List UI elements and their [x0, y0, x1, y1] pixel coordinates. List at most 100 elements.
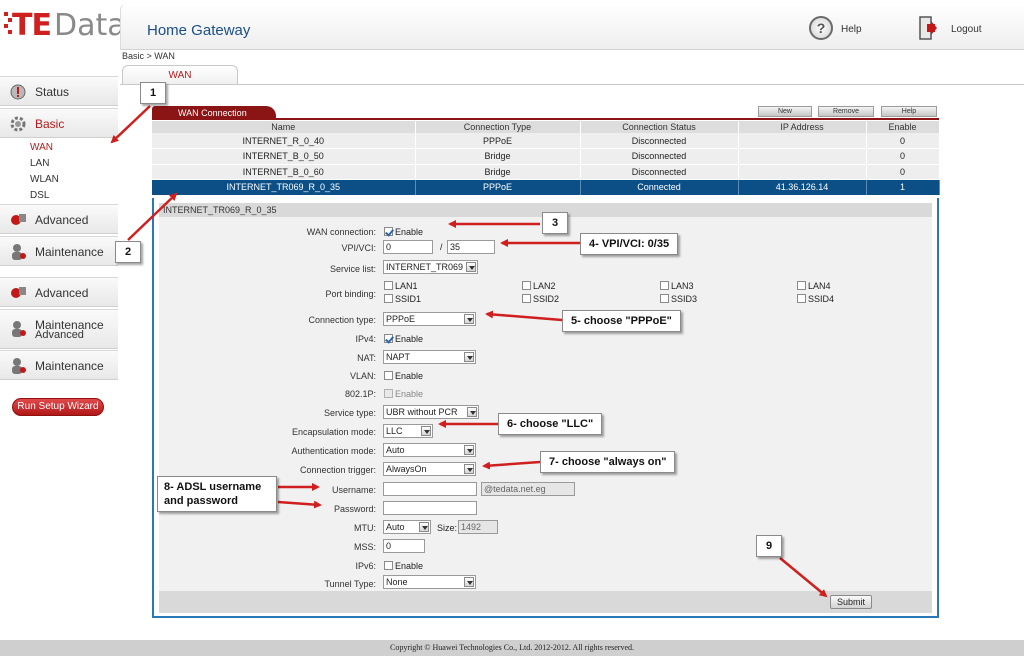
username-input[interactable] — [383, 482, 477, 496]
label-mtu: MTU: — [354, 523, 376, 533]
mss-input[interactable]: 0 — [383, 539, 425, 553]
port-lan4-checkbox[interactable] — [797, 281, 806, 291]
port-lan3-checkbox[interactable] — [660, 281, 669, 291]
table-row[interactable]: INTERNET_R_0_40 PPPoE Disconnected 0 — [152, 133, 940, 149]
port-ssid3[interactable]: SSID3 — [660, 293, 697, 304]
sidebar-item-advanced[interactable]: Advanced — [0, 204, 118, 234]
sidebar-item-status[interactable]: Status — [0, 76, 118, 106]
sidebar-item-basic[interactable]: Basic — [0, 108, 118, 138]
remove-button[interactable]: Remove — [818, 106, 874, 117]
column-header-connection-type: Connection Type — [415, 121, 581, 133]
ipv6-enable[interactable]: Enable — [384, 560, 423, 571]
cell-type: Bridge — [415, 164, 581, 180]
port-lan2[interactable]: LAN2 — [522, 280, 556, 291]
port-ssid1-checkbox[interactable] — [384, 294, 393, 304]
sidebar-item-advanced-2[interactable]: Advanced — [0, 277, 118, 307]
mtu-value: Auto — [386, 522, 405, 532]
ipv4-enable-label: Enable — [395, 333, 424, 344]
annotation-9: 9 — [756, 535, 782, 557]
connection-type-select[interactable]: PPPoE — [383, 312, 476, 326]
status-icon — [10, 84, 26, 100]
port-lan1[interactable]: LAN1 — [384, 280, 418, 291]
tunnel-type-value: None — [386, 577, 408, 587]
port-ssid1-label: SSID1 — [395, 293, 422, 304]
port-ssid2[interactable]: SSID2 — [522, 293, 559, 304]
vlan-checkbox[interactable] — [384, 371, 393, 381]
cell-ip: 41.36.126.14 — [738, 179, 867, 196]
column-header-name: Name — [152, 121, 416, 133]
sidebar-label-status: Status — [35, 85, 70, 99]
ipv4-enable[interactable]: Enable — [384, 333, 423, 344]
authentication-mode-select[interactable]: Auto — [383, 443, 476, 457]
table-row[interactable]: INTERNET_B_0_60 Bridge Disconnected 0 — [152, 164, 940, 180]
port-ssid3-checkbox[interactable] — [660, 294, 669, 304]
service-list-select[interactable]: INTERNET_TR069 — [383, 260, 478, 274]
column-header-ip-address: IP Address — [738, 121, 867, 133]
sidebar-sub-wlan[interactable]: WLAN — [30, 174, 59, 185]
port-ssid4-label: SSID4 — [808, 293, 835, 304]
sidebar-sub-wan[interactable]: WAN — [30, 142, 53, 153]
run-setup-wizard-button[interactable]: Run Setup Wizard — [12, 398, 104, 416]
sidebar: TE Data Status Basic WAN LAN WLAN DSL Ad… — [0, 0, 126, 618]
annotation-2: 2 — [115, 241, 141, 263]
vpi-input[interactable]: 0 — [383, 240, 433, 254]
annotation-adsl-line-2: and password — [164, 495, 238, 507]
label-tunnel-type: Tunnel Type: — [324, 579, 376, 589]
nat-select[interactable]: NAPT — [383, 350, 476, 364]
logo-te: TE — [12, 8, 52, 43]
service-type-select[interactable]: UBR without PCR — [383, 405, 479, 419]
label-ipv4: IPv4: — [355, 334, 376, 344]
port-lan3[interactable]: LAN3 — [660, 280, 694, 291]
sidebar-item-maintenance[interactable]: Maintenance — [0, 236, 118, 266]
connection-trigger-select[interactable]: AlwaysOn — [383, 462, 476, 476]
ipv6-checkbox[interactable] — [384, 561, 393, 571]
mtu-select[interactable]: Auto — [383, 520, 431, 534]
sidebar-item-maintenance-2[interactable]: Maintenance Advanced — [0, 309, 118, 349]
wan-connection-enable[interactable]: Enable — [384, 226, 423, 237]
wan-connection-checkbox[interactable] — [384, 227, 393, 237]
label-vlan: VLAN: — [349, 371, 376, 381]
nat-value: NAPT — [386, 352, 411, 362]
annotation-3: 3 — [542, 212, 568, 234]
submit-button[interactable]: Submit — [830, 595, 872, 609]
label-service-list: Service list: — [329, 264, 376, 274]
logout-icon — [919, 16, 937, 40]
label-connection-trigger: Connection trigger: — [299, 465, 376, 475]
help-button[interactable]: Help — [881, 106, 937, 117]
sidebar-label-advanced: Advanced — [35, 213, 89, 227]
vlan-enable[interactable]: Enable — [384, 370, 423, 381]
cell-status: Disconnected — [580, 164, 739, 180]
breadcrumb: Basic > WAN — [122, 51, 175, 61]
port-ssid2-checkbox[interactable] — [522, 294, 531, 304]
password-input[interactable] — [383, 501, 477, 515]
wan-connection-header: WAN Connection New Remove Help — [152, 106, 939, 120]
encapsulation-mode-select[interactable]: LLC — [383, 424, 433, 438]
cell-type: PPPoE — [415, 133, 581, 149]
new-button[interactable]: New — [758, 106, 812, 117]
port-ssid4[interactable]: SSID4 — [797, 293, 834, 304]
table-row[interactable]: INTERNET_B_0_50 Bridge Disconnected 0 — [152, 148, 940, 165]
sidebar-sub-lan[interactable]: LAN — [30, 158, 49, 169]
sidebar-sub-dsl[interactable]: DSL — [30, 190, 49, 201]
cell-enable: 0 — [866, 133, 940, 149]
port-lan4[interactable]: LAN4 — [797, 280, 831, 291]
maintenance-icon-3 — [12, 358, 26, 374]
logout-label: Logout — [951, 24, 982, 35]
port-ssid1[interactable]: SSID1 — [384, 293, 421, 304]
label-wan-connection: WAN connection: — [306, 227, 376, 237]
port-lan1-checkbox[interactable] — [384, 281, 393, 291]
cell-status: Connected — [580, 179, 739, 196]
tunnel-type-select[interactable]: None — [383, 575, 476, 589]
port-ssid4-checkbox[interactable] — [797, 294, 806, 304]
dot1p-enable: Enable — [384, 388, 423, 399]
vci-input[interactable]: 35 — [447, 240, 495, 254]
wan-connection-table: Name Connection Type Connection Status I… — [152, 121, 940, 196]
sidebar-label-maintenance: Maintenance — [35, 245, 104, 259]
maintenance-icon-2 — [12, 321, 26, 337]
port-lan2-checkbox[interactable] — [522, 281, 531, 291]
sidebar-item-maintenance-3[interactable]: Maintenance — [0, 350, 118, 380]
cell-ip — [738, 133, 867, 149]
table-row-selected[interactable]: INTERNET_TR069_R_0_35 PPPoE Connected 41… — [152, 179, 940, 196]
ipv4-checkbox[interactable] — [384, 334, 393, 344]
logo-dots — [4, 12, 12, 40]
